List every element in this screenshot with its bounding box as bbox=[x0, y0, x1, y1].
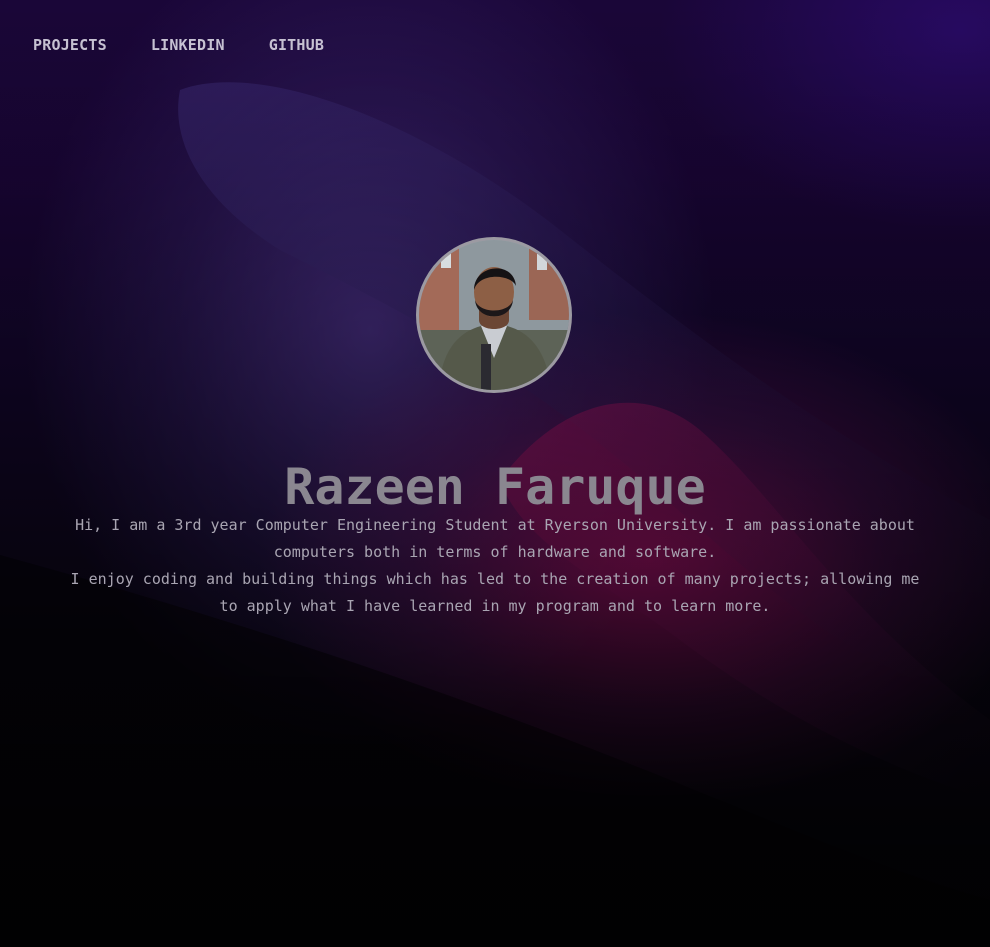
nav-link-projects[interactable]: PROJECTS bbox=[33, 35, 107, 55]
bio-paragraph: I enjoy coding and building things which… bbox=[70, 570, 920, 615]
profile-name: Razeen Faruque bbox=[284, 457, 706, 516]
profile-photo bbox=[419, 240, 569, 390]
page-background: PROJECTS LINKEDIN GITHUB Razeen Faruque … bbox=[0, 0, 990, 947]
nav-link-linkedin[interactable]: LINKEDIN bbox=[151, 35, 225, 55]
profile-avatar bbox=[416, 237, 572, 393]
bio-paragraph: Hi, I am a 3rd year Computer Engineering… bbox=[75, 516, 915, 561]
nav-link-github[interactable]: GITHUB bbox=[269, 35, 324, 55]
top-nav: PROJECTS LINKEDIN GITHUB bbox=[33, 35, 368, 55]
profile-bio: Hi, I am a 3rd year Computer Engineering… bbox=[60, 512, 930, 620]
